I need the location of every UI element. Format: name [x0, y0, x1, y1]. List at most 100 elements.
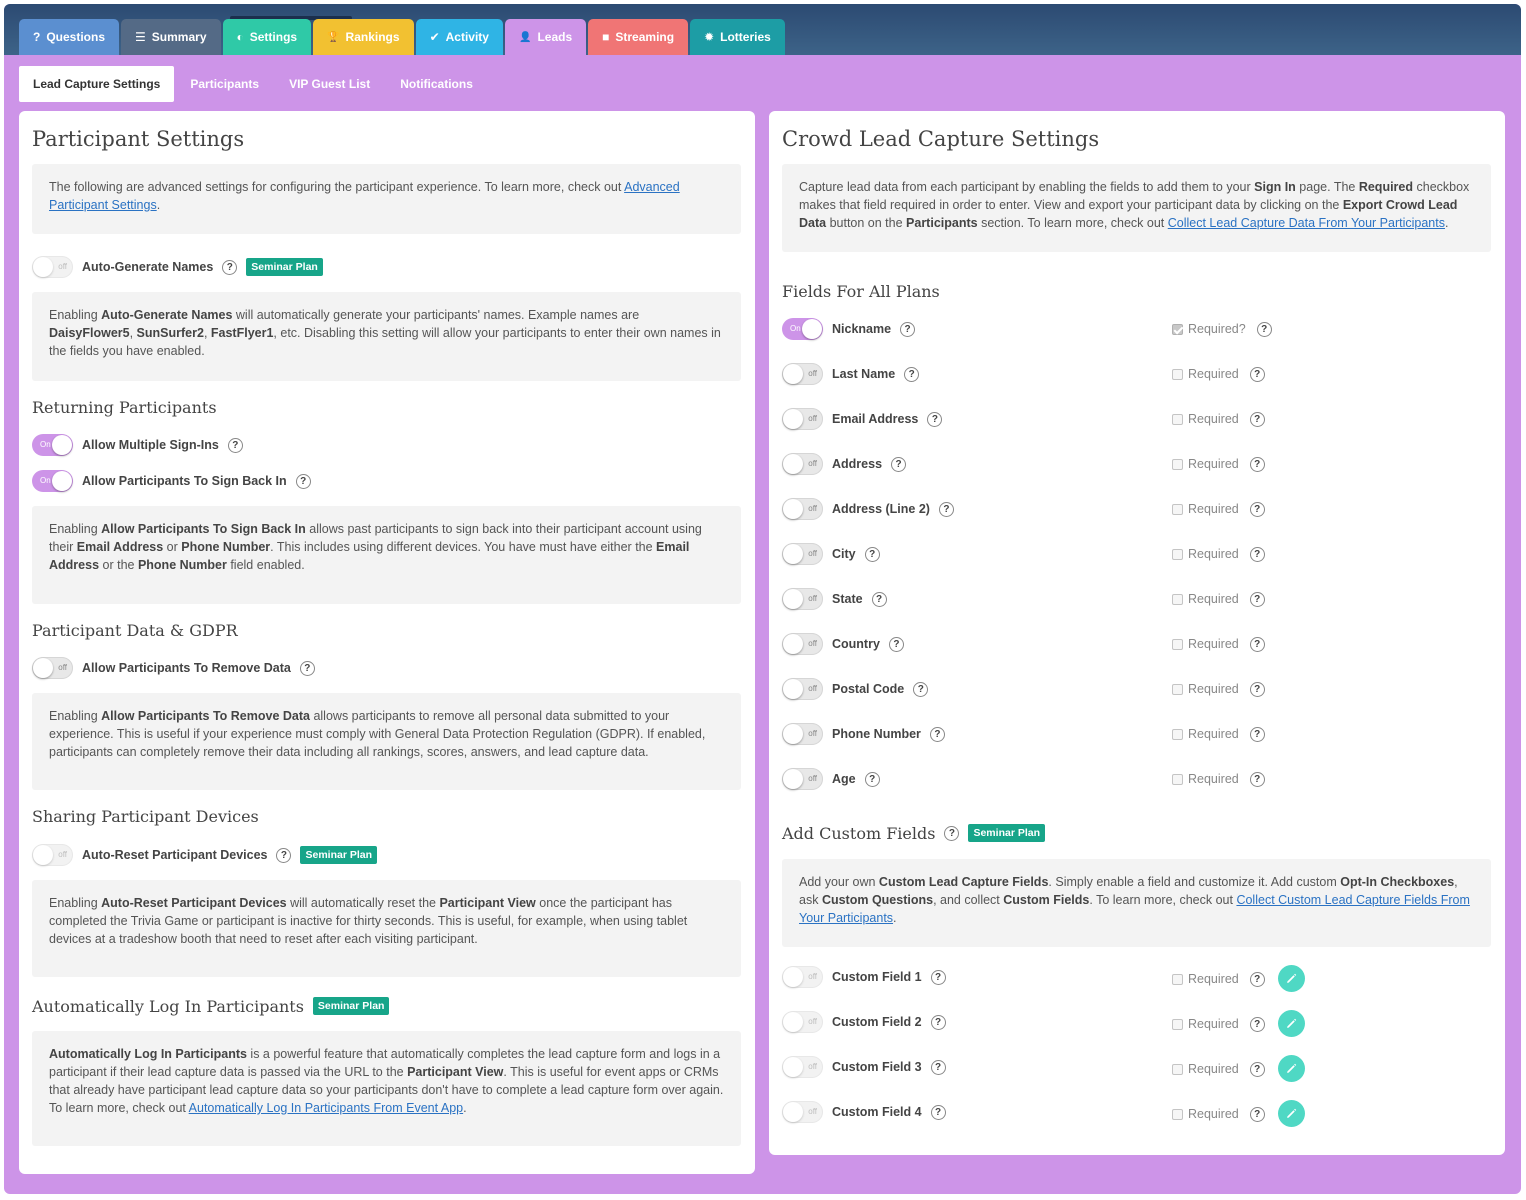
help-icon[interactable]: ? — [930, 969, 946, 985]
help-icon[interactable]: ? — [1249, 591, 1265, 607]
seminar-plan-badge: Seminar Plan — [968, 824, 1045, 842]
country-required-checkbox[interactable] — [1172, 638, 1183, 650]
desc-text: field enabled. — [226, 558, 305, 572]
email-address-required-checkbox[interactable] — [1172, 413, 1183, 425]
state-toggle[interactable]: off — [782, 588, 823, 610]
custom-field-1-required-checkbox[interactable] — [1172, 973, 1183, 985]
subtab-participants[interactable]: Participants — [176, 66, 273, 102]
tab-rankings[interactable]: 🏆 Rankings — [313, 19, 414, 55]
phone-number-toggle[interactable]: off — [782, 723, 823, 745]
custom-field-1-edit-button[interactable] — [1278, 965, 1305, 992]
postal-code-required-checkbox[interactable] — [1172, 683, 1183, 695]
help-icon[interactable]: ? — [927, 411, 943, 427]
tab-lotteries[interactable]: ✹ Lotteries — [690, 19, 785, 55]
help-icon[interactable]: ? — [1256, 321, 1272, 337]
help-icon[interactable]: ? — [864, 546, 880, 562]
help-icon[interactable]: ? — [299, 660, 315, 676]
auto-login-heading-row: Automatically Log In Participants Semina… — [32, 993, 390, 1019]
help-icon[interactable]: ? — [888, 636, 904, 652]
city-required-checkbox[interactable] — [1172, 548, 1183, 560]
custom-field-2-toggle[interactable]: off — [782, 1011, 823, 1033]
age-toggle[interactable]: off — [782, 768, 823, 790]
participant-settings-panel: Participant Settings The following are a… — [19, 111, 755, 1174]
help-icon[interactable]: ? — [904, 366, 920, 382]
last-name-required-checkbox[interactable] — [1172, 368, 1183, 380]
help-icon[interactable]: ? — [891, 456, 907, 472]
email-address-toggle[interactable]: off — [782, 408, 823, 430]
collect-lead-data-link[interactable]: Collect Lead Capture Data From Your Part… — [1168, 216, 1445, 230]
phone-number-required-checkbox[interactable] — [1172, 728, 1183, 740]
help-icon[interactable]: ? — [871, 591, 887, 607]
tab-leads[interactable]: 👤 Leads — [504, 19, 587, 55]
state-required-checkbox[interactable] — [1172, 593, 1183, 605]
help-icon[interactable]: ? — [1249, 1106, 1265, 1122]
allow-multiple-sign-ins-toggle[interactable]: On — [32, 434, 73, 456]
custom-fields-heading: Add Custom Fields — [782, 823, 936, 843]
nickname-required-checkbox[interactable] — [1172, 323, 1183, 335]
custom-field-3-toggle[interactable]: off — [782, 1056, 823, 1078]
custom-field-3-required-checkbox[interactable] — [1172, 1063, 1183, 1075]
help-icon[interactable]: ? — [1249, 771, 1265, 787]
custom-field-2-edit-button[interactable] — [1278, 1010, 1305, 1037]
custom-field-2-required-checkbox[interactable] — [1172, 1018, 1183, 1030]
country-toggle[interactable]: off — [782, 633, 823, 655]
postal-code-toggle[interactable]: off — [782, 678, 823, 700]
auto-login-event-app-link[interactable]: Automatically Log In Participants From E… — [189, 1101, 463, 1115]
field-row-phone-number: off Phone Number? — [782, 723, 945, 745]
help-icon[interactable]: ? — [938, 501, 954, 517]
help-icon[interactable]: ? — [930, 1104, 946, 1120]
desc-text: Capture lead data from each participant … — [799, 180, 1255, 194]
sub-nav: Lead Capture Settings Participants VIP G… — [19, 66, 489, 102]
field-row-city: off City? — [782, 543, 880, 565]
tab-activity[interactable]: ✔ Activity — [415, 19, 503, 55]
tab-settings[interactable]: ◐ Settings — [222, 19, 312, 55]
city-toggle[interactable]: off — [782, 543, 823, 565]
help-icon[interactable]: ? — [1249, 546, 1265, 562]
address-toggle[interactable]: off — [782, 453, 823, 475]
custom-field-4-edit-button[interactable] — [1278, 1100, 1305, 1127]
auto-reset-devices-toggle[interactable]: off — [32, 844, 73, 866]
help-icon[interactable]: ? — [913, 681, 929, 697]
allow-remove-data-toggle[interactable]: off — [32, 657, 73, 679]
help-icon[interactable]: ? — [1249, 366, 1265, 382]
custom-field-4-required-checkbox[interactable] — [1172, 1108, 1183, 1120]
pencil-icon — [1287, 1108, 1297, 1118]
help-icon[interactable]: ? — [930, 1059, 946, 1075]
help-icon[interactable]: ? — [1249, 971, 1265, 987]
help-icon[interactable]: ? — [929, 726, 945, 742]
help-icon[interactable]: ? — [1249, 726, 1265, 742]
address-line-2-required-checkbox[interactable] — [1172, 503, 1183, 515]
tab-streaming[interactable]: ■ Streaming — [588, 19, 689, 55]
custom-field-4-toggle[interactable]: off — [782, 1101, 823, 1123]
help-icon[interactable]: ? — [1249, 636, 1265, 652]
subtab-vip-guest-list[interactable]: VIP Guest List — [275, 66, 384, 102]
subtab-notifications[interactable]: Notifications — [386, 66, 487, 102]
address-required-checkbox[interactable] — [1172, 458, 1183, 470]
help-icon[interactable]: ? — [1249, 1061, 1265, 1077]
help-icon[interactable]: ? — [1249, 681, 1265, 697]
help-icon[interactable]: ? — [1249, 411, 1265, 427]
custom-field-3-edit-button[interactable] — [1278, 1055, 1305, 1082]
help-icon[interactable]: ? — [864, 771, 880, 787]
tab-questions[interactable]: ? Questions — [19, 19, 120, 55]
custom-field-1-toggle[interactable]: off — [782, 966, 823, 988]
help-icon[interactable]: ? — [1249, 1016, 1265, 1032]
address-line-2-toggle[interactable]: off — [782, 498, 823, 520]
help-icon[interactable]: ? — [276, 847, 292, 863]
help-icon[interactable]: ? — [1249, 501, 1265, 517]
help-icon[interactable]: ? — [222, 259, 238, 275]
help-icon[interactable]: ? — [1249, 456, 1265, 472]
help-icon[interactable]: ? — [930, 1014, 946, 1030]
tab-summary[interactable]: ☰ Summary — [121, 19, 221, 55]
last-name-toggle[interactable]: off — [782, 363, 823, 385]
auto-generate-names-toggle[interactable]: off — [32, 256, 73, 278]
help-icon[interactable]: ? — [944, 825, 960, 841]
help-icon[interactable]: ? — [227, 437, 243, 453]
help-icon[interactable]: ? — [295, 473, 311, 489]
age-required-checkbox[interactable] — [1172, 773, 1183, 785]
toggle-knob — [783, 1102, 803, 1122]
allow-sign-back-in-toggle[interactable]: On — [32, 470, 73, 492]
subtab-lead-capture-settings[interactable]: Lead Capture Settings — [19, 66, 175, 102]
nickname-toggle[interactable]: On — [782, 318, 823, 340]
help-icon[interactable]: ? — [900, 321, 916, 337]
